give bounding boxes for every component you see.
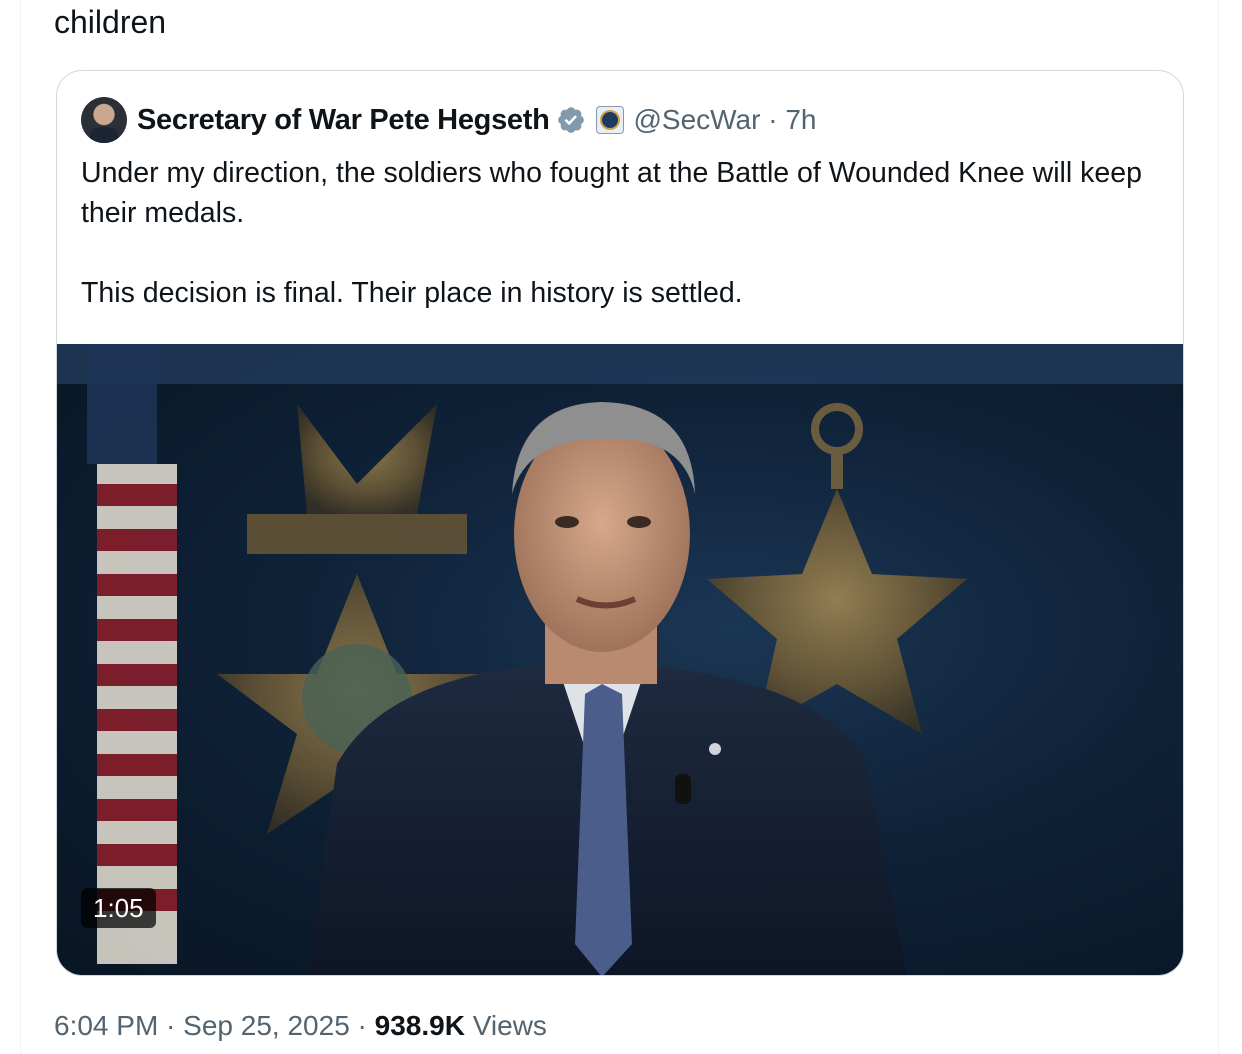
author-handle[interactable]: @SecWar	[634, 104, 761, 135]
tweet-text: children	[54, 4, 167, 40]
separator-dot: ·	[158, 1010, 184, 1041]
quoted-tweet-header: Secretary of War Pete Hegseth @SecWar · …	[81, 97, 817, 143]
video-player[interactable]: 1:05	[57, 344, 1183, 975]
separator-dot: ·	[760, 104, 786, 135]
tweet-paragraph: This decision is final. Their place in h…	[81, 277, 743, 309]
video-frame	[57, 344, 1183, 975]
verified-badge-icon	[557, 107, 584, 133]
tweet-metadata: 6:04 PM · Sep 25, 2025 · 938.9K Views	[54, 1010, 547, 1042]
quoted-tweet-card[interactable]: Secretary of War Pete Hegseth @SecWar · …	[56, 70, 1184, 976]
tweet-paragraph: Under my direction, the soldiers who fou…	[81, 157, 1142, 229]
avatar[interactable]	[81, 97, 127, 143]
flag-graphic	[87, 344, 177, 964]
timestamp[interactable]: 7h	[785, 104, 816, 135]
quoted-tweet-text: Under my direction, the soldiers who fou…	[81, 153, 1161, 313]
author-name[interactable]: Secretary of War Pete Hegseth	[137, 104, 550, 137]
views-count[interactable]: 938.9K	[375, 1010, 465, 1041]
video-duration-badge: 1:05	[81, 888, 156, 928]
tweet-date[interactable]: Sep 25, 2025	[183, 1010, 350, 1041]
separator-dot: ·	[349, 1010, 375, 1041]
tweet-time[interactable]: 6:04 PM	[54, 1010, 158, 1041]
views-label: Views	[464, 1010, 547, 1041]
timeline-border-left	[20, 0, 21, 1054]
government-seal-icon[interactable]	[595, 106, 624, 134]
timeline-border-right	[1218, 0, 1219, 1054]
